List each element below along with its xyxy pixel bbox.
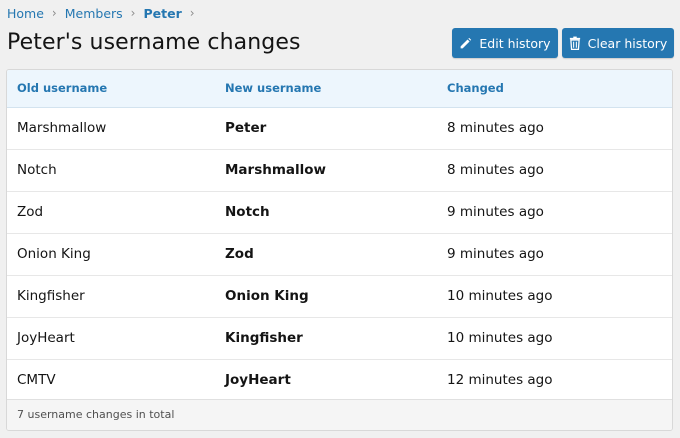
table-row: Onion King Zod 9 minutes ago [7, 234, 672, 276]
changed-time-cell: 9 minutes ago [447, 204, 544, 220]
table-row: Marshmallow Peter 8 minutes ago [7, 108, 672, 150]
old-username-cell: Marshmallow [17, 120, 107, 136]
clear-history-button[interactable]: Clear history [562, 28, 674, 58]
table-row: Notch Marshmallow 8 minutes ago [7, 150, 672, 192]
column-header-new-username: New username [225, 81, 322, 95]
trash-icon [569, 36, 580, 50]
new-username-cell: Onion King [225, 288, 309, 304]
column-header-old-username: Old username [17, 81, 108, 95]
new-username-cell: Marshmallow [225, 162, 327, 178]
old-username-cell: CMTV [17, 372, 56, 388]
table-row: JoyHeart Kingfisher 10 minutes ago [7, 318, 672, 360]
chevron-right-icon: › [189, 6, 195, 20]
table-footer: 7 username changes in total [7, 399, 672, 430]
changed-time-cell: 8 minutes ago [447, 162, 544, 178]
new-username-cell: Peter [225, 120, 267, 136]
new-username-cell: Kingfisher [225, 330, 303, 346]
changed-time-cell: 10 minutes ago [447, 288, 553, 304]
clear-history-label: Clear history [587, 35, 668, 51]
old-username-cell: Kingfisher [17, 288, 85, 304]
old-username-cell: Notch [17, 162, 57, 178]
breadcrumb-home[interactable]: Home [7, 6, 44, 21]
page-title: Peter's username changes [7, 30, 301, 55]
table-row: Kingfisher Onion King 10 minutes ago [7, 276, 672, 318]
old-username-cell: JoyHeart [17, 330, 75, 346]
changed-time-cell: 8 minutes ago [447, 120, 544, 136]
table-row: CMTV JoyHeart 12 minutes ago [7, 360, 672, 402]
breadcrumb-members[interactable]: Members [65, 6, 123, 21]
new-username-cell: JoyHeart [225, 372, 291, 388]
new-username-cell: Notch [225, 204, 270, 220]
changed-time-cell: 10 minutes ago [447, 330, 553, 346]
edit-history-button[interactable]: Edit history [452, 28, 558, 58]
old-username-cell: Onion King [17, 246, 91, 262]
changed-time-cell: 9 minutes ago [447, 246, 544, 262]
edit-history-label: Edit history [479, 35, 551, 51]
username-changes-table: Old username New username Changed Marshm… [6, 69, 673, 431]
table-row: Zod Notch 9 minutes ago [7, 192, 672, 234]
changed-time-cell: 12 minutes ago [447, 372, 553, 388]
table-header: Old username New username Changed [7, 70, 672, 108]
new-username-cell: Zod [225, 246, 254, 262]
pencil-icon [461, 37, 472, 48]
old-username-cell: Zod [17, 204, 44, 220]
column-header-changed: Changed [447, 81, 504, 95]
breadcrumb-peter[interactable]: Peter [143, 6, 181, 21]
chevron-right-icon: › [130, 6, 136, 20]
chevron-right-icon: › [51, 6, 57, 20]
breadcrumb: Home › Members › Peter › [7, 4, 203, 22]
